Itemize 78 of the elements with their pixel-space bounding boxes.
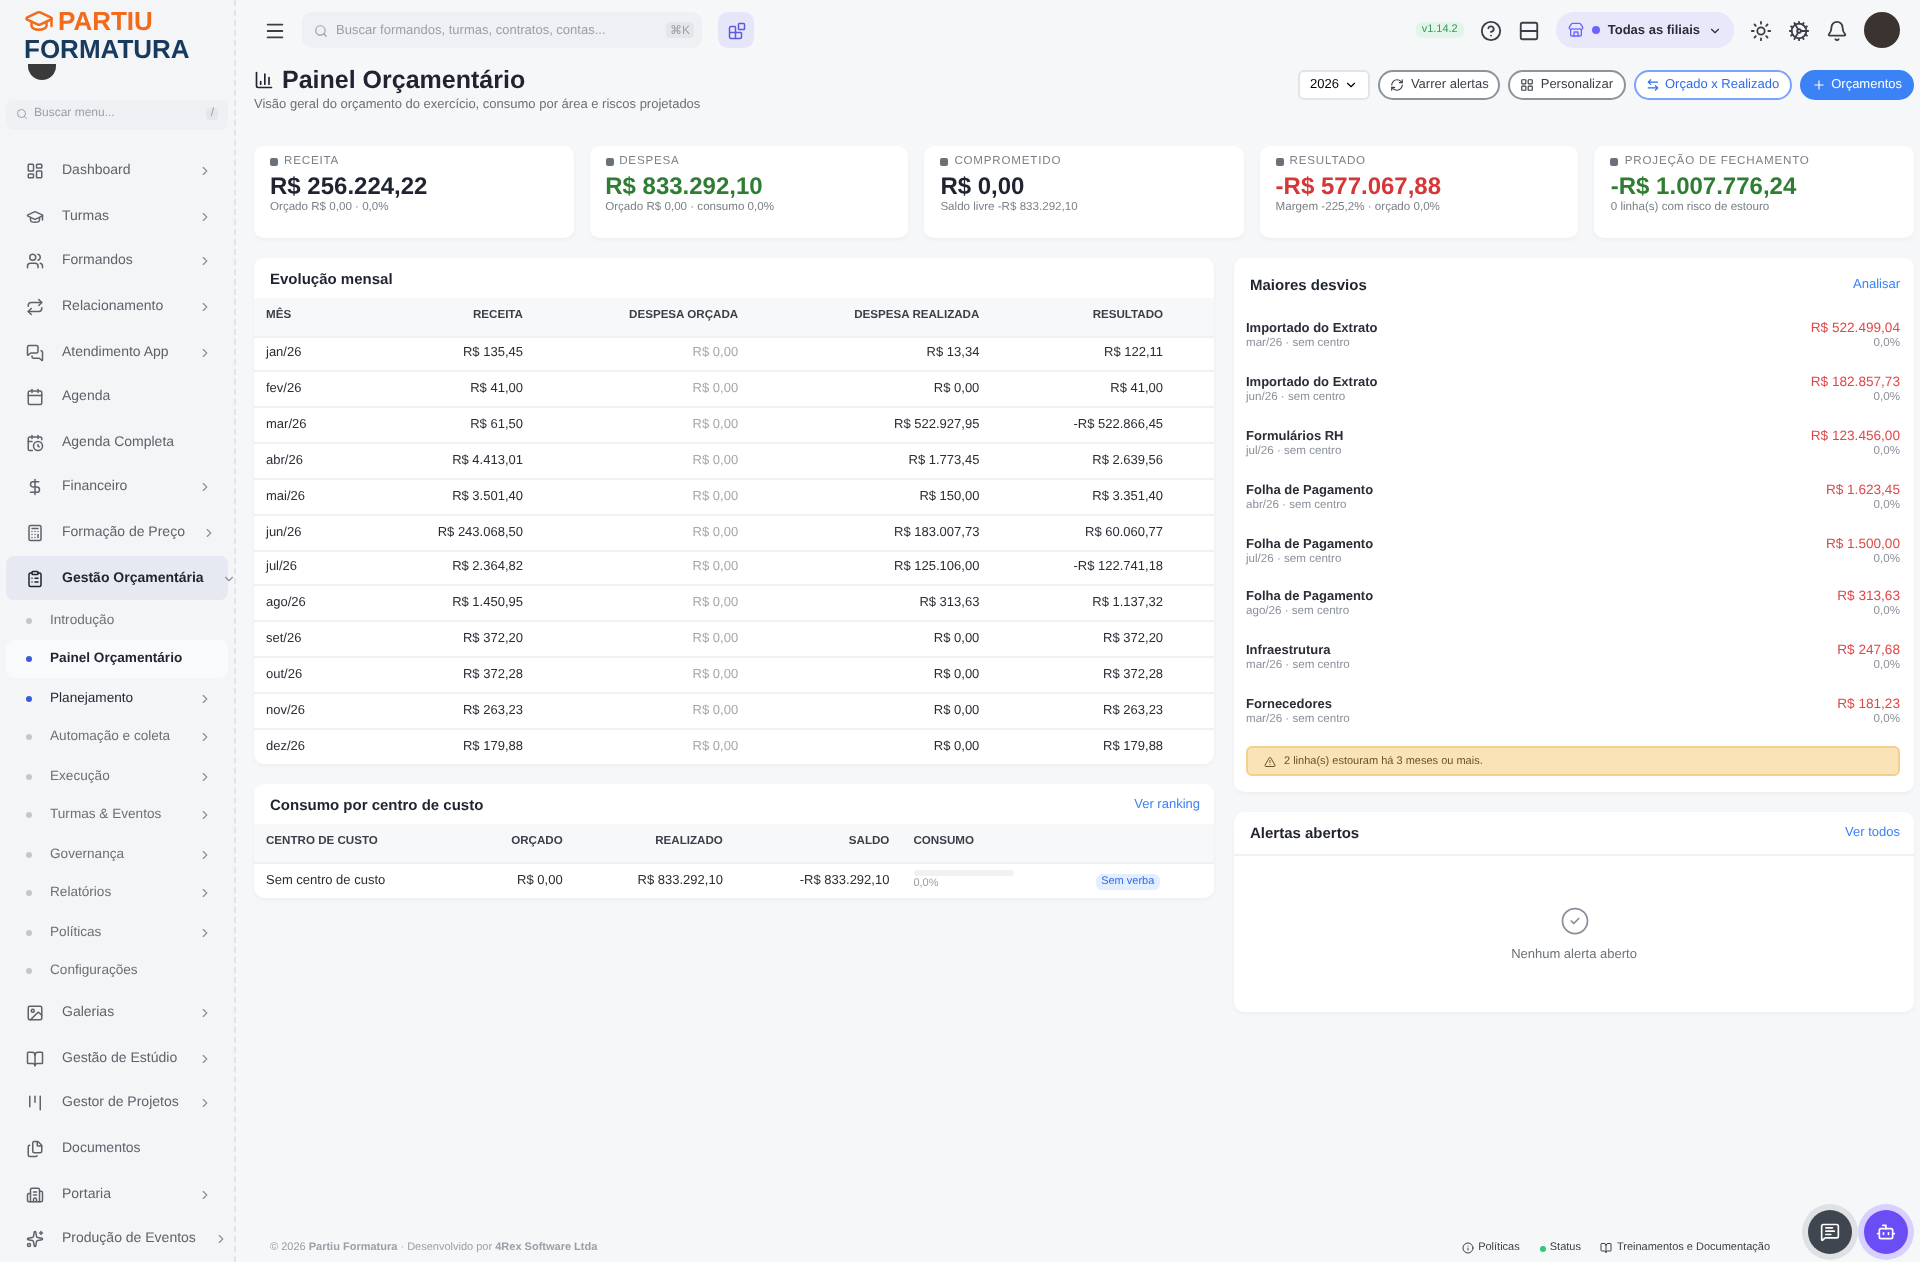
- square-icon: [1275, 158, 1284, 166]
- chevron-right-icon: [198, 925, 212, 940]
- kpi-value: R$ 833.292,10: [605, 172, 765, 200]
- warning-icon: [1264, 755, 1276, 768]
- chevron-right-icon: [198, 1006, 212, 1021]
- repeat-icon: [26, 298, 44, 317]
- dollar-icon: [26, 478, 44, 497]
- square-icon: [1610, 158, 1619, 166]
- apps-button[interactable]: [718, 12, 754, 48]
- graduation-cap-icon: [26, 207, 44, 226]
- clipboard-icon: [26, 569, 44, 588]
- files-icon: [26, 1140, 44, 1159]
- chevron-down-icon: [1708, 23, 1722, 37]
- square-icon: [940, 158, 949, 166]
- chat-button[interactable]: [1808, 1210, 1852, 1254]
- kpi-value: -R$ 577.067,88: [1275, 172, 1444, 200]
- help-button[interactable]: [1479, 19, 1502, 41]
- chevron-right-icon: [198, 300, 212, 315]
- logo-text: FORMATURA: [24, 36, 192, 62]
- calendar-clock-icon: [26, 433, 44, 452]
- info-icon: [1462, 1242, 1475, 1254]
- chevron-right-icon: [198, 769, 212, 784]
- book-icon: [1600, 1242, 1613, 1254]
- chevron-right-icon: [198, 1096, 212, 1111]
- chevron-right-icon: [198, 1051, 212, 1066]
- chevron-down-icon: [221, 571, 234, 586]
- image-icon: [26, 1004, 44, 1023]
- square-icon: [270, 158, 278, 166]
- settings-button[interactable]: [1788, 19, 1810, 41]
- notifications-button[interactable]: [1826, 19, 1848, 41]
- building-icon: [26, 1185, 44, 1204]
- chevron-right-icon: [198, 254, 212, 269]
- dashboard-icon: [26, 162, 44, 181]
- chevron-right-icon: [213, 1232, 228, 1247]
- chart-icon: [254, 70, 274, 90]
- search-icon: [16, 108, 28, 121]
- chevron-right-icon: [198, 480, 212, 495]
- chevron-right-icon: [198, 847, 212, 862]
- chat-icon: [26, 343, 44, 362]
- chevron-right-icon: [198, 1187, 212, 1202]
- arrows-icon: [1645, 78, 1659, 92]
- check-circle-icon: [1559, 906, 1589, 937]
- blocks-icon: [727, 21, 745, 39]
- chevron-right-icon: [198, 886, 212, 901]
- grid-icon: [1520, 78, 1535, 92]
- store-icon: [1567, 22, 1584, 38]
- avatar[interactable]: [1864, 12, 1900, 48]
- kpi-value: R$ 256.224,22: [270, 172, 430, 200]
- status-dot-icon: [1539, 1245, 1546, 1251]
- chevron-right-icon: [198, 164, 212, 179]
- chevron-down-icon: [1344, 78, 1359, 92]
- robot-icon: [1876, 1222, 1896, 1242]
- chevron-right-icon: [198, 345, 212, 360]
- calendar-icon: [26, 388, 44, 407]
- chevron-right-icon: [202, 526, 217, 541]
- layout-button[interactable]: [1517, 19, 1540, 41]
- menu-button[interactable]: [264, 19, 286, 41]
- kpi-value: R$ 0,00: [940, 172, 1027, 200]
- logo-text: PARTIU: [58, 6, 153, 36]
- chat-icon: [1820, 1222, 1840, 1242]
- page-title: Painel Orçamentário: [282, 66, 526, 94]
- sparkles-icon: [26, 1230, 44, 1249]
- kpi-value: -R$ 1.007.776,24: [1610, 172, 1799, 200]
- square-icon: [605, 158, 614, 166]
- assistant-button[interactable]: [1864, 1210, 1908, 1254]
- graduation-cap-icon: [24, 6, 54, 36]
- plus-icon: [1811, 78, 1826, 92]
- users-icon: [26, 252, 44, 271]
- avatar: [28, 64, 56, 80]
- chevron-right-icon: [198, 691, 212, 706]
- refresh-icon: [1390, 78, 1405, 92]
- theme-button[interactable]: [1750, 19, 1772, 41]
- chevron-right-icon: [198, 730, 212, 745]
- calculator-icon: [26, 524, 44, 543]
- search-icon: [314, 23, 328, 37]
- chevron-right-icon: [198, 209, 212, 224]
- chevron-right-icon: [198, 808, 212, 823]
- book-icon: [26, 1049, 44, 1068]
